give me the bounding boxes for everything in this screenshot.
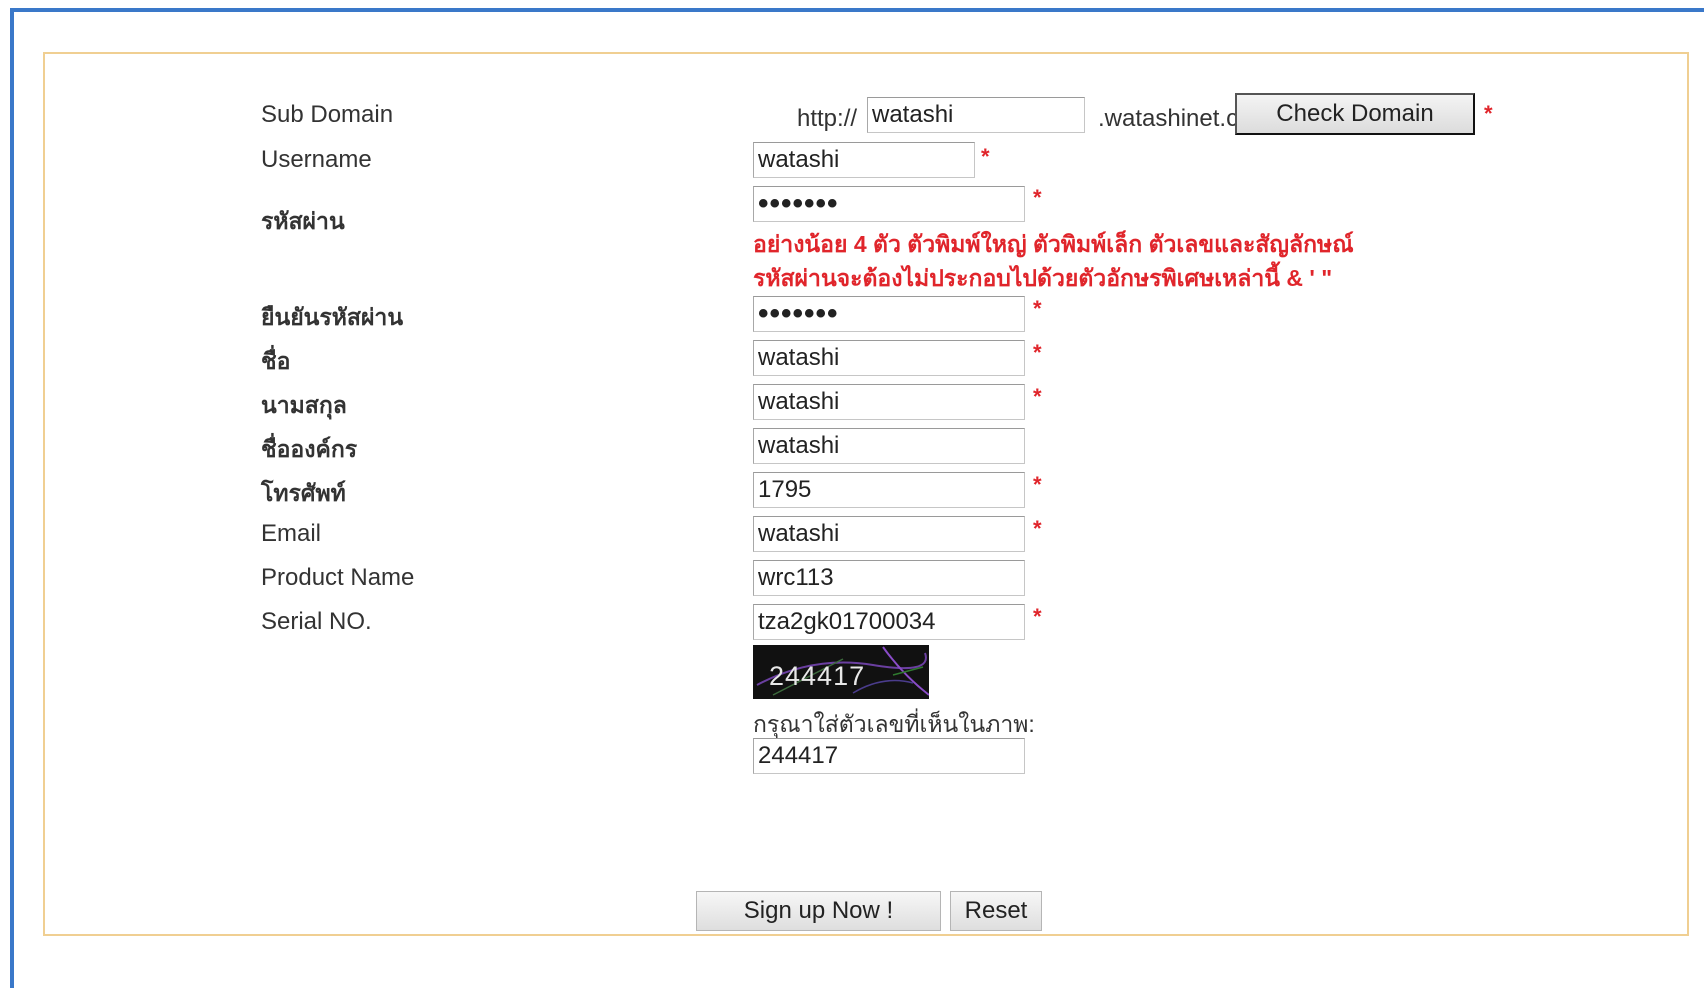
username-input[interactable] [753, 142, 975, 178]
signup-button[interactable]: Sign up Now ! [696, 891, 941, 931]
password-input[interactable] [753, 186, 1025, 222]
required-mark: * [1033, 604, 1042, 629]
confirm-password-input[interactable] [753, 296, 1025, 332]
password-hint-line2: รหัสผ่านจะต้องไม่ประกอบไปด้วยตัวอักษรพิเ… [753, 265, 1333, 291]
first-name-input[interactable] [753, 340, 1025, 376]
phone-label: โทรศัพท์ [261, 480, 346, 506]
last-name-input[interactable] [753, 384, 1025, 420]
serial-no-input[interactable] [753, 604, 1025, 640]
last-name-label: นามสกุล [261, 392, 347, 418]
required-mark: * [1033, 340, 1042, 365]
phone-input[interactable] [753, 472, 1025, 508]
product-name-input[interactable] [753, 560, 1025, 596]
subdomain-label: Sub Domain [261, 101, 394, 128]
reset-button[interactable]: Reset [950, 891, 1042, 931]
signup-form-panel: Sub Domain http:// .watashinet.com Check… [43, 52, 1689, 936]
subdomain-prefix: http:// [797, 105, 858, 132]
required-mark: * [1033, 296, 1042, 321]
product-name-label: Product Name [261, 564, 415, 591]
required-mark: * [1033, 516, 1042, 541]
required-mark: * [981, 144, 990, 169]
required-mark: * [1033, 185, 1042, 210]
confirm-password-label: ยืนยันรหัสผ่าน [261, 304, 404, 330]
captcha-image: 244417 [753, 645, 929, 699]
username-label: Username [261, 146, 372, 173]
organization-input[interactable] [753, 428, 1025, 464]
required-mark: * [1484, 101, 1493, 126]
email-input[interactable] [753, 516, 1025, 552]
captcha-input[interactable] [753, 738, 1025, 774]
subdomain-input[interactable] [867, 97, 1085, 133]
required-mark: * [1033, 384, 1042, 409]
email-label: Email [261, 520, 322, 547]
check-domain-button[interactable]: Check Domain [1235, 93, 1475, 135]
first-name-label: ชื่อ [261, 348, 291, 374]
password-hint-line1: อย่างน้อย 4 ตัว ตัวพิมพ์ใหญ่ ตัวพิมพ์เล็… [753, 231, 1354, 257]
required-mark: * [1033, 472, 1042, 497]
password-label: รหัสผ่าน [261, 208, 345, 234]
organization-label: ชื่อองค์กร [261, 436, 358, 462]
captcha-image-text: 244417 [769, 661, 866, 691]
serial-no-label: Serial NO. [261, 608, 372, 635]
